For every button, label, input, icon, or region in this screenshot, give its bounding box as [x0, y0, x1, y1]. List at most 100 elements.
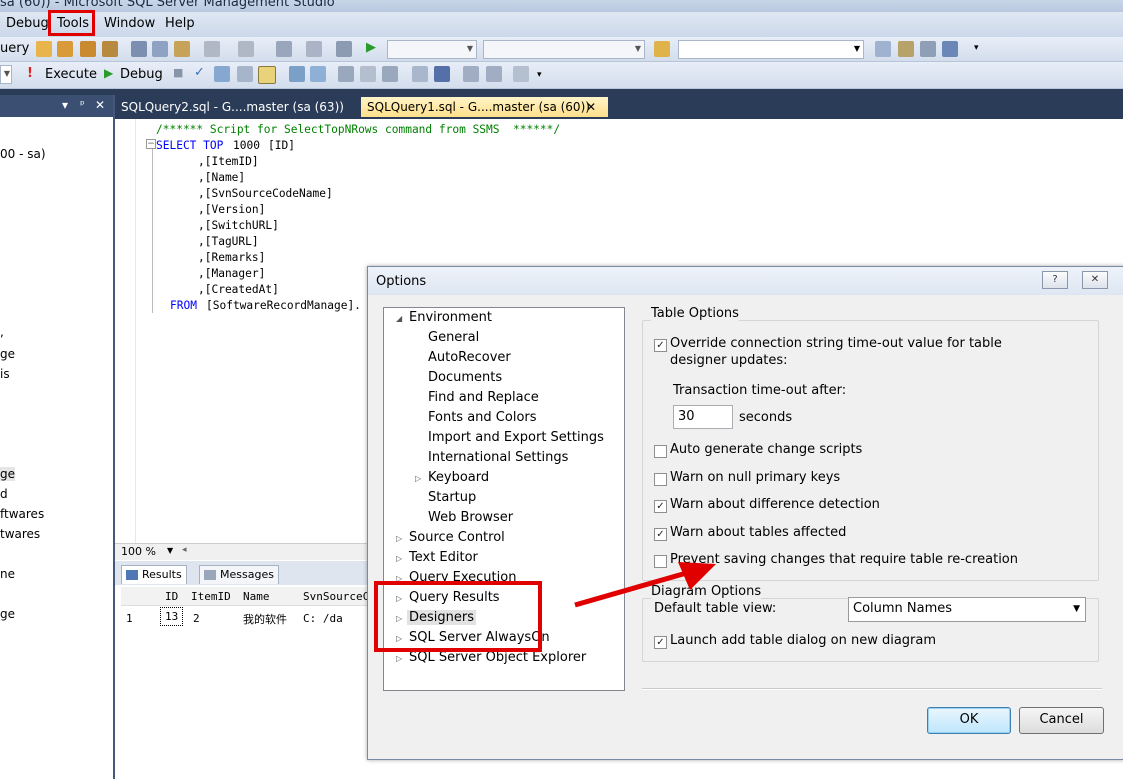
cancel-query-icon[interactable]: ■	[173, 66, 183, 79]
uncomment-icon[interactable]	[412, 66, 428, 82]
paste-icon[interactable]	[174, 41, 190, 57]
warn-null-checkbox[interactable]	[654, 473, 667, 486]
cancel-button[interactable]: Cancel	[1019, 707, 1104, 734]
client-stats-icon[interactable]	[360, 66, 376, 82]
undo-icon[interactable]	[204, 41, 220, 57]
server-node-label[interactable]: 00 - sa)	[0, 147, 46, 161]
indent-right-icon[interactable]	[486, 66, 502, 82]
collapse-icon[interactable]: −	[146, 139, 156, 149]
tree-item-general[interactable]: General	[428, 330, 479, 345]
tree-node-selected[interactable]: ge	[0, 467, 15, 481]
activity-monitor-icon[interactable]	[336, 41, 352, 57]
tab-sqlquery1[interactable]: SQLQuery1.sql - G....master (sa (60)) ✕	[361, 97, 608, 117]
tab-messages[interactable]: Messages	[199, 565, 279, 584]
debug-icon[interactable]: ▶	[104, 66, 113, 80]
tree-item-source-control[interactable]: Source Control	[409, 530, 505, 545]
collapsed-icon[interactable]: ▷	[396, 654, 402, 663]
parse-icon[interactable]: ✓	[194, 65, 205, 80]
tree-node-fragment[interactable]: ftwares	[0, 507, 44, 521]
default-view-select[interactable]: Column Names ▼	[848, 597, 1086, 622]
tree-node-fragment[interactable]: d	[0, 487, 8, 501]
tree-item-keyboard[interactable]: Keyboard	[428, 470, 489, 485]
tree-item-fonts-colors[interactable]: Fonts and Colors	[428, 410, 537, 425]
object-explorer-icon[interactable]	[898, 41, 914, 57]
execute-button[interactable]: Execute	[45, 67, 97, 82]
xmla-query-icon[interactable]	[102, 41, 118, 57]
tab-sqlquery2[interactable]: SQLQuery2.sql - G....master (sa (63))	[115, 97, 357, 117]
specify-values-icon[interactable]	[513, 66, 529, 82]
tree-node-fragment[interactable]: ne	[0, 567, 15, 581]
tree-item-startup[interactable]: Startup	[428, 490, 476, 505]
comment-icon[interactable]	[382, 66, 398, 82]
tree-item-environment[interactable]: Environment	[409, 310, 492, 325]
pin-icon[interactable]: ᵖ	[80, 98, 85, 111]
new-query-label[interactable]: uery	[0, 41, 29, 56]
tree-item-import-export[interactable]: Import and Export Settings	[428, 430, 604, 445]
execute-icon[interactable]: !	[27, 66, 33, 81]
zoom-level[interactable]: 100 %	[121, 545, 156, 558]
new-file-icon[interactable]	[36, 41, 52, 57]
menu-window[interactable]: Window	[104, 16, 155, 31]
query-designer-icon[interactable]	[237, 66, 253, 82]
solution-config-combo[interactable]: ▼	[387, 40, 477, 59]
include-plan-icon[interactable]	[338, 66, 354, 82]
ok-button[interactable]: OK	[927, 707, 1011, 734]
menu-debug[interactable]: Debug	[6, 16, 49, 31]
help-button[interactable]: ?	[1042, 271, 1068, 289]
timeout-input[interactable]: 30	[673, 405, 733, 429]
database-combo[interactable]: ▼	[0, 65, 12, 84]
find-in-files-icon[interactable]	[654, 41, 670, 57]
close-button[interactable]: ✕	[1082, 271, 1108, 289]
zoom-dropdown-icon[interactable]: ▼	[167, 546, 173, 555]
collapsed-icon[interactable]: ▷	[396, 554, 402, 563]
tree-item-web-browser[interactable]: Web Browser	[428, 510, 513, 525]
outdent-icon[interactable]	[434, 66, 450, 82]
launch-add-table-checkbox[interactable]: ✓	[654, 636, 667, 649]
auto-generate-checkbox[interactable]	[654, 445, 667, 458]
tree-item-autorecover[interactable]: AutoRecover	[428, 350, 511, 365]
toolbar-options-icon[interactable]: ▾	[974, 43, 979, 53]
warn-diff-checkbox[interactable]: ✓	[654, 500, 667, 513]
override-timeout-checkbox[interactable]: ✓	[654, 339, 667, 352]
redo-icon[interactable]	[238, 41, 254, 57]
menu-help[interactable]: Help	[165, 16, 195, 31]
template-explorer-icon[interactable]	[942, 41, 958, 57]
start-icon[interactable]: ▶	[366, 40, 376, 55]
grid-cell[interactable]: 2	[193, 612, 200, 625]
tree-item-find-replace[interactable]: Find and Replace	[428, 390, 539, 405]
registered-servers-icon[interactable]	[875, 41, 891, 57]
toolbar2-options-icon[interactable]: ▾	[537, 70, 542, 80]
indent-left-icon[interactable]	[463, 66, 479, 82]
tree-item-documents[interactable]: Documents	[428, 370, 502, 385]
grid-cell[interactable]: 我的软件	[243, 611, 287, 627]
collapsed-icon[interactable]: ▷	[415, 474, 421, 483]
copy-icon[interactable]	[152, 41, 168, 57]
tree-item-object-explorer[interactable]: SQL Server Object Explorer	[409, 650, 586, 665]
mdx-query-icon[interactable]	[57, 41, 73, 57]
tab-close-icon[interactable]: ✕	[586, 97, 596, 117]
debug-button[interactable]: Debug	[120, 67, 163, 82]
display-plan-icon[interactable]	[214, 66, 230, 82]
tree-node-fragment[interactable]: twares	[0, 527, 40, 541]
tree-item-international[interactable]: International Settings	[428, 450, 568, 465]
warn-tables-checkbox[interactable]: ✓	[654, 528, 667, 541]
tree-item-text-editor[interactable]: Text Editor	[409, 550, 478, 565]
find-combo[interactable]: ▼	[678, 40, 864, 59]
results-to-text-icon[interactable]	[258, 66, 276, 84]
properties-tools-icon[interactable]	[920, 41, 936, 57]
results-to-grid-icon[interactable]	[289, 66, 305, 82]
solution-platform-combo[interactable]: ▼	[483, 40, 645, 59]
tree-node-fragment[interactable]: is	[0, 367, 10, 381]
window-icon[interactable]	[306, 41, 322, 57]
expanded-icon[interactable]: ◢	[396, 314, 402, 323]
tree-node-fragment[interactable]: ge	[0, 607, 15, 621]
dmx-query-icon[interactable]	[80, 41, 96, 57]
tree-node-fragment[interactable]: ge	[0, 347, 15, 361]
tab-results[interactable]: Results	[121, 565, 187, 584]
menu-tools[interactable]: Tools	[57, 16, 89, 31]
grid-cell[interactable]: C: /da	[303, 612, 343, 625]
collapsed-icon[interactable]: ▷	[396, 534, 402, 543]
grid-cell-id[interactable]: 13	[160, 607, 184, 626]
cut-icon[interactable]	[131, 41, 147, 57]
scroll-left-icon[interactable]: ◂	[182, 545, 187, 555]
